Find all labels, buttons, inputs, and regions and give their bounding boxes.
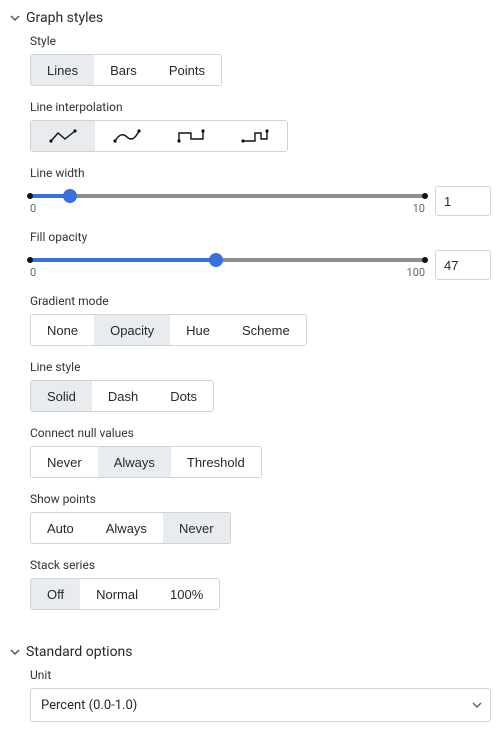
standard-options-header[interactable]: Standard options [0, 640, 503, 668]
connect-null-never[interactable]: Never [31, 447, 98, 477]
stack-series-label: Stack series [30, 558, 491, 572]
gradient-mode-scheme[interactable]: Scheme [226, 315, 306, 345]
line-style-label: Line style [30, 360, 491, 374]
unit-select-value: Percent (0.0-1.0) [41, 698, 137, 713]
fill-opacity-thumb[interactable] [209, 253, 223, 267]
show-points-always[interactable]: Always [90, 513, 163, 543]
style-label: Style [30, 34, 491, 48]
section-title: Graph styles [26, 10, 103, 26]
stack-series-off[interactable]: Off [31, 579, 80, 609]
connect-null-always[interactable]: Always [98, 447, 171, 477]
standard-options-section: Standard options Unit Percent (0.0-1.0) [0, 634, 503, 746]
interpolation-step-before-icon[interactable] [159, 121, 223, 151]
connect-null-button-group: Never Always Threshold [30, 446, 262, 478]
stack-series-field: Stack series Off Normal 100% [30, 558, 491, 610]
show-points-label: Show points [30, 492, 491, 506]
style-option-bars[interactable]: Bars [94, 55, 153, 85]
stack-series-button-group: Off Normal 100% [30, 578, 220, 610]
connect-null-label: Connect null values [30, 426, 491, 440]
line-width-field: Line width 0 10 [30, 166, 491, 216]
line-interpolation-label: Line interpolation [30, 100, 491, 114]
unit-select[interactable]: Percent (0.0-1.0) [30, 688, 491, 722]
line-width-slider[interactable]: 0 10 [30, 188, 425, 215]
interpolation-smooth-icon[interactable] [95, 121, 159, 151]
fill-opacity-max: 100 [406, 266, 425, 279]
show-points-never[interactable]: Never [163, 513, 230, 543]
graph-styles-body: Style Lines Bars Points Line interpolati… [0, 34, 503, 610]
gradient-mode-label: Gradient mode [30, 294, 491, 308]
line-width-input[interactable] [435, 186, 491, 216]
fill-opacity-label: Fill opacity [30, 230, 491, 244]
connect-null-field: Connect null values Never Always Thresho… [30, 426, 491, 478]
line-interpolation-field: Line interpolation [30, 100, 491, 152]
gradient-mode-opacity[interactable]: Opacity [94, 315, 170, 345]
style-button-group: Lines Bars Points [30, 54, 222, 86]
fill-opacity-field: Fill opacity 0 100 [30, 230, 491, 280]
line-width-max: 10 [413, 202, 425, 215]
fill-opacity-min: 0 [30, 266, 36, 279]
gradient-mode-field: Gradient mode None Opacity Hue Scheme [30, 294, 491, 346]
line-style-dash[interactable]: Dash [92, 381, 154, 411]
line-width-min: 0 [30, 202, 36, 215]
stack-series-normal[interactable]: Normal [80, 579, 154, 609]
graph-styles-section: Graph styles Style Lines Bars Points Lin… [0, 0, 503, 634]
standard-options-body: Unit Percent (0.0-1.0) [0, 668, 503, 722]
fill-opacity-input[interactable] [435, 250, 491, 280]
show-points-field: Show points Auto Always Never [30, 492, 491, 544]
gradient-mode-button-group: None Opacity Hue Scheme [30, 314, 307, 346]
style-field: Style Lines Bars Points [30, 34, 491, 86]
unit-label: Unit [30, 668, 491, 682]
unit-field: Unit Percent (0.0-1.0) [30, 668, 491, 722]
line-style-solid[interactable]: Solid [31, 381, 92, 411]
stack-series-100[interactable]: 100% [154, 579, 219, 609]
line-style-field: Line style Solid Dash Dots [30, 360, 491, 412]
show-points-auto[interactable]: Auto [31, 513, 90, 543]
fill-opacity-slider[interactable]: 0 100 [30, 252, 425, 279]
section-title: Standard options [26, 644, 133, 660]
show-points-button-group: Auto Always Never [30, 512, 231, 544]
chevron-down-icon [472, 700, 482, 710]
graph-styles-header[interactable]: Graph styles [0, 6, 503, 34]
gradient-mode-none[interactable]: None [31, 315, 94, 345]
chevron-down-icon [10, 647, 20, 657]
interpolation-step-after-icon[interactable] [223, 121, 287, 151]
line-style-dots[interactable]: Dots [154, 381, 213, 411]
gradient-mode-hue[interactable]: Hue [170, 315, 226, 345]
chevron-down-icon [10, 13, 20, 23]
line-width-label: Line width [30, 166, 491, 180]
line-interpolation-button-group [30, 120, 288, 152]
style-option-points[interactable]: Points [153, 55, 221, 85]
connect-null-threshold[interactable]: Threshold [171, 447, 261, 477]
line-style-button-group: Solid Dash Dots [30, 380, 214, 412]
line-width-thumb[interactable] [63, 189, 77, 203]
style-option-lines[interactable]: Lines [31, 55, 94, 85]
interpolation-linear-icon[interactable] [31, 121, 95, 151]
